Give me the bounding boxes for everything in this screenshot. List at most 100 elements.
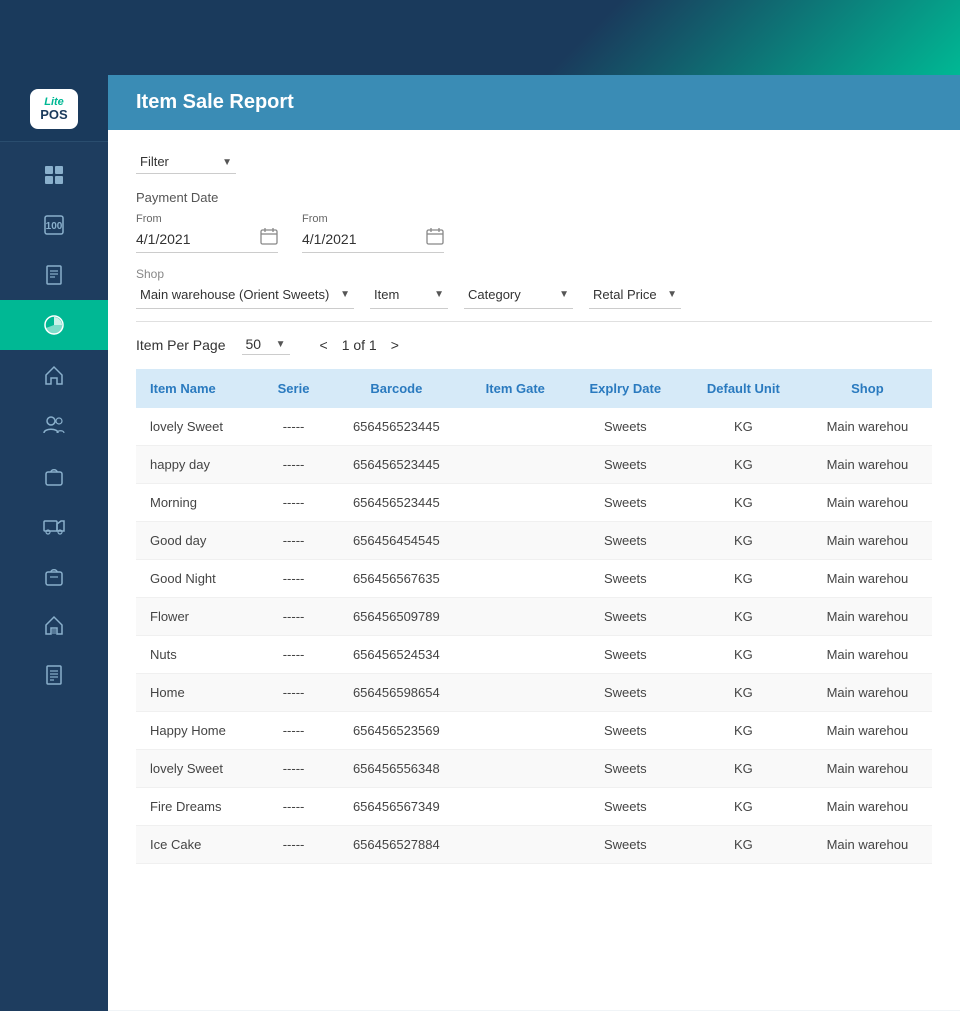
bag-icon — [43, 464, 65, 486]
cell-item-name: happy day — [136, 446, 258, 484]
col-item-name: Item Name — [136, 369, 258, 408]
date-input-1[interactable] — [136, 231, 256, 247]
table-row: Home ----- 656456598654 Sweets KG Main w… — [136, 674, 932, 712]
reports2-icon — [43, 664, 65, 686]
filter-select[interactable]: Filter All By Date — [136, 150, 236, 174]
cell-default-unit: KG — [684, 522, 803, 560]
item-select[interactable]: Item All Items — [370, 285, 448, 304]
cell-barcode: 656456567635 — [329, 560, 464, 598]
cell-shop: Main warehou — [803, 560, 932, 598]
sidebar-item-bag[interactable] — [0, 450, 108, 500]
prev-page-btn[interactable]: < — [314, 335, 334, 355]
table-row: happy day ----- 656456523445 Sweets KG M… — [136, 446, 932, 484]
cell-default-unit: KG — [684, 408, 803, 446]
cell-barcode: 656456523445 — [329, 408, 464, 446]
date-input-row-1 — [136, 227, 278, 253]
next-page-btn[interactable]: > — [385, 335, 405, 355]
cell-default-unit: KG — [684, 674, 803, 712]
table-head: Item Name Serie Barcode Item Gate Explry… — [136, 369, 932, 408]
pagination-section: Item Per Page 50 25 100 ▼ < 1 of 1 > — [136, 334, 932, 355]
cell-shop: Main warehou — [803, 598, 932, 636]
cell-shop: Main warehou — [803, 750, 932, 788]
cell-serie: ----- — [258, 788, 328, 826]
per-page-wrapper[interactable]: 50 25 100 ▼ — [242, 334, 290, 355]
date-input-2[interactable] — [302, 231, 422, 247]
sidebar-item-reports2[interactable] — [0, 650, 108, 700]
home-icon — [43, 364, 65, 386]
cell-item-gate — [464, 826, 567, 864]
cell-shop: Main warehou — [803, 636, 932, 674]
dashboard-icon — [43, 164, 65, 186]
cell-shop: Main warehou — [803, 674, 932, 712]
main-content: Item Sale Report Filter All By Date ▼ — [108, 75, 960, 1011]
cell-default-unit: KG — [684, 484, 803, 522]
cell-default-unit: KG — [684, 636, 803, 674]
shop-dropdown-wrapper[interactable]: Main warehouse (Orient Sweets) All Shops… — [136, 285, 354, 309]
table-row: Nuts ----- 656456524534 Sweets KG Main w… — [136, 636, 932, 674]
content-area: Filter All By Date ▼ Payment Date From — [108, 130, 960, 1010]
cell-item-name: Flower — [136, 598, 258, 636]
col-shop: Shop — [803, 369, 932, 408]
sidebar-item-users[interactable] — [0, 400, 108, 450]
page-info: 1 of 1 — [342, 337, 377, 353]
cell-expiry-date: Sweets — [567, 712, 684, 750]
shop-select[interactable]: Main warehouse (Orient Sweets) All Shops — [136, 285, 354, 304]
cell-item-gate — [464, 484, 567, 522]
shop-section: Shop Main warehouse (Orient Sweets) All … — [136, 267, 932, 309]
item-dropdown-wrapper[interactable]: Item All Items ▼ — [370, 285, 448, 309]
cell-item-name: Fire Dreams — [136, 788, 258, 826]
payment-date-label: Payment Date — [136, 190, 932, 205]
sidebar-item-dashboard[interactable] — [0, 150, 108, 200]
cell-default-unit: KG — [684, 598, 803, 636]
cell-item-gate — [464, 560, 567, 598]
sidebar-item-bag2[interactable] — [0, 550, 108, 600]
sidebar-item-truck[interactable] — [0, 500, 108, 550]
dates-row: From — [136, 213, 932, 253]
retail-price-dropdown-wrapper[interactable]: Retal Price Cost Price ▼ — [589, 285, 681, 309]
sidebar-item-home2[interactable] — [0, 600, 108, 650]
cell-default-unit: KG — [684, 712, 803, 750]
cell-expiry-date: Sweets — [567, 484, 684, 522]
cell-expiry-date: Sweets — [567, 636, 684, 674]
cell-item-gate — [464, 712, 567, 750]
sidebar-item-home[interactable] — [0, 350, 108, 400]
sidebar-item-chart[interactable] — [0, 300, 108, 350]
counter-icon: 100 — [43, 214, 65, 236]
data-table: Item Name Serie Barcode Item Gate Explry… — [136, 369, 932, 864]
bag2-icon — [43, 564, 65, 586]
category-select[interactable]: Category All Categories — [464, 285, 573, 304]
table-row: lovely Sweet ----- 656456523445 Sweets K… — [136, 408, 932, 446]
cell-default-unit: KG — [684, 750, 803, 788]
table-row: Good day ----- 656456454545 Sweets KG Ma… — [136, 522, 932, 560]
cell-barcode: 656456598654 — [329, 674, 464, 712]
table-row: Happy Home ----- 656456523569 Sweets KG … — [136, 712, 932, 750]
cell-item-name: lovely Sweet — [136, 750, 258, 788]
cell-default-unit: KG — [684, 826, 803, 864]
per-page-select[interactable]: 50 25 100 — [242, 334, 290, 355]
cell-serie: ----- — [258, 446, 328, 484]
retail-price-select[interactable]: Retal Price Cost Price — [589, 285, 681, 304]
table-row: Ice Cake ----- 656456527884 Sweets KG Ma… — [136, 826, 932, 864]
table-row: Fire Dreams ----- 656456567349 Sweets KG… — [136, 788, 932, 826]
logo-box: Lite POS — [30, 89, 78, 129]
cell-item-name: Good Night — [136, 560, 258, 598]
cell-item-name: Nuts — [136, 636, 258, 674]
calendar-icon-2[interactable] — [426, 227, 444, 250]
filter-dropdown-wrapper[interactable]: Filter All By Date ▼ — [136, 150, 236, 174]
cell-serie: ----- — [258, 560, 328, 598]
date-input-row-2 — [302, 227, 444, 253]
sidebar-item-reports[interactable] — [0, 250, 108, 300]
category-dropdown-wrapper[interactable]: Category All Categories ▼ — [464, 285, 573, 309]
cell-serie: ----- — [258, 484, 328, 522]
cell-barcode: 656456509789 — [329, 598, 464, 636]
page-title: Item Sale Report — [136, 91, 294, 114]
table-header-row: Item Name Serie Barcode Item Gate Explry… — [136, 369, 932, 408]
cell-barcode: 656456556348 — [329, 750, 464, 788]
cell-default-unit: KG — [684, 446, 803, 484]
calendar-icon-1[interactable] — [260, 227, 278, 250]
sidebar-item-counter[interactable]: 100 — [0, 200, 108, 250]
cell-shop: Main warehou — [803, 788, 932, 826]
cell-shop: Main warehou — [803, 522, 932, 560]
from-label-1: From — [136, 213, 278, 225]
cell-shop: Main warehou — [803, 484, 932, 522]
